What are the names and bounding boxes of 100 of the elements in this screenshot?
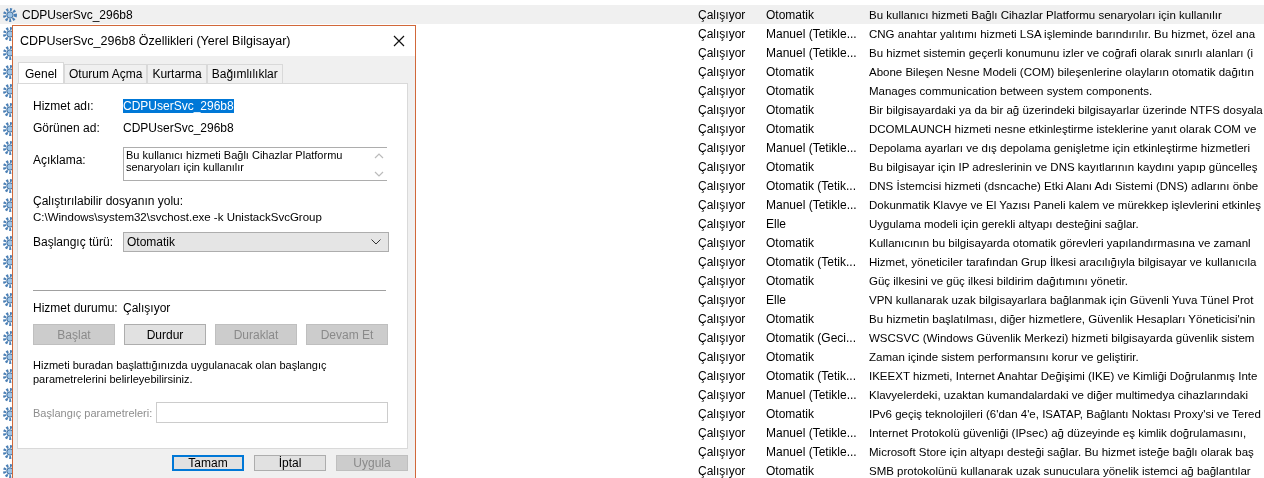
startup-type-cell-text: Otomatik <box>766 349 815 364</box>
status-cell-text: Çalışıyor <box>698 83 747 98</box>
field-label: Hizmet durumu: <box>33 301 119 315</box>
status-cell-text: Çalışıyor <box>698 7 747 22</box>
startup-type-cell-text: Otomatik <box>766 311 815 326</box>
status-cell-text: Çalışıyor <box>698 425 747 440</box>
description-cell-text: Abone Bileşen Nesne Modeli (COM) bileşenlerine olayların otomatik dağıtın <box>869 65 1255 78</box>
description-cell-text: VPN kullanarak uzak bilgisayarlara bağlanmak için Güvenli Yuva Tünel Prot <box>869 293 1255 306</box>
description-cell-text: Internet Protokolü güvenliği (IPsec) ağ düzeyinde eş kimlik doğrulamasını, <box>869 426 1248 439</box>
description-cell-text: WSCSVC (Windows Güvenlik Merkezi) hizmeti bilgisayarda güvenlik sistem <box>869 331 1256 344</box>
description-cell-text: Bu bilgisayar için IP adreslerinin ve DNS kayıtlarının kaydını yapıp güncelleş <box>869 160 1259 173</box>
startup-type-dropdown[interactable]: Otomatik <box>123 232 389 252</box>
display-name-value: CDPUserSvc_296b8 <box>123 121 234 135</box>
hint-text: Hizmeti buradan başlattığınızda uygulanacak olan başlangıç parametrelerini belirleyebilirsiniz. <box>33 358 328 386</box>
description-cell-text: Hizmet, yöneticiler tarafından Grup İlkesi aracılığıyla bilgisayar ve kullanıcıla <box>869 255 1258 268</box>
dialog-button[interactable]: Tamam <box>172 455 244 471</box>
startup-type-cell-text: Manuel (Tetikle... <box>766 45 858 60</box>
description-cell-text: DNS İstemcisi hizmeti (dsncache) Etki Alanı Adı Sistemi (DNS) adlarını önbe <box>869 179 1260 192</box>
status-cell-text: Çalışıyor <box>698 235 747 250</box>
status-cell-text: Çalışıyor <box>698 102 747 117</box>
tab[interactable]: Oturum Açma <box>64 64 148 83</box>
description-cell: Bir bilgisayardaki ya da bir ağ üzerindeki bilgisayarlar üzerinde NTFS dosyala <box>869 103 1264 116</box>
tab[interactable]: Kurtarma <box>147 64 207 83</box>
executable-path-value: C:\Windows\system32\svchost.exe -k UnistackSvcGroup <box>33 211 323 223</box>
startup-type-cell-text: Otomatik <box>766 273 815 288</box>
status-cell-text: Çalışıyor <box>698 121 747 136</box>
start-parameters-field[interactable] <box>156 402 388 423</box>
status-cell-text: Çalışıyor <box>698 159 747 174</box>
field-label: Başlangıç parametreleri: <box>33 406 154 419</box>
service-name: CDPUserSvc_296b8 <box>22 7 133 22</box>
status-cell-text: Çalışıyor <box>698 26 747 41</box>
window-title: CDPUserSvc_296b8 Özellikleri (Yerel Bilgisayar) <box>20 34 291 48</box>
description-cell-text: Bu kullanıcı hizmeti Bağlı Cihazlar Platformu senaryoları için kullanılır <box>869 8 1223 21</box>
startup-type-cell-text: Manuel (Tetikle... <box>766 425 858 440</box>
field-label: Görünen ad: <box>33 121 101 135</box>
description-cell-text: SMB protokolünü kullanarak uzak sunuculara yönelik istemci ağ bağlantılar <box>869 464 1252 477</box>
startup-type-cell-text: Otomatik <box>766 235 815 250</box>
description-cell-text: Manages communication between system components. <box>869 84 1154 97</box>
status-cell-text: Çalışıyor <box>698 406 747 421</box>
startup-type-cell-text: Manuel (Tetikle... <box>766 140 858 155</box>
status-cell-text: Çalışıyor <box>698 368 747 383</box>
tab[interactable]: Bağımlılıklar <box>206 64 283 83</box>
description-cell-text: Depolama ayarları ve dış depolama genişletme için etkinleştirme hizmetleri <box>869 141 1251 154</box>
startup-type-cell-text: Otomatik (Tetik... <box>766 178 858 193</box>
status-cell-text: Çalışıyor <box>698 330 747 345</box>
description-cell-text: IKEEXT hizmeti, Internet Anahtar Değişimi (IKE) ve Kimliği Doğrulanmış Inte <box>869 369 1259 382</box>
status-cell-text: Çalışıyor <box>698 64 747 79</box>
field-label: Başlangıç türü: <box>33 235 115 249</box>
service-status-value: Çalışıyor <box>123 301 171 315</box>
chevron-down-icon <box>371 239 381 245</box>
dialog-button[interactable]: İptal <box>254 455 326 471</box>
description-cell-text: Bu hizmet sistemin geçerli konumunu izler ve coğrafi olarak sınırlı alanları (i <box>869 46 1255 59</box>
status-cell-text: Çalışıyor <box>698 254 747 269</box>
description-cell-text: CNG anahtar yalıtımı hizmeti LSA işleminde barındırılır. Bu hizmet, özel ana <box>869 27 1257 40</box>
description-cell-text: DCOMLAUNCH hizmeti nesne etkinleştirme isteklerine yanıt olarak COM ve <box>869 122 1258 135</box>
field-label: Açıklama: <box>33 153 87 167</box>
description-field[interactable]: Bu kullanıcı hizmeti Bağlı Cihazlar Platformu senaryoları için kullanılır <box>123 147 387 181</box>
startup-type-cell-text: Manuel (Tetikle... <box>766 444 858 459</box>
description-cell-text: Kullanıcının bu bilgisayarda otomatik görevleri yapılandırmasına ve zamanl <box>869 236 1252 249</box>
tab[interactable]: Genel <box>18 62 65 84</box>
description-cell-text: IPv6 geçiş teknolojileri (6'dan 4'e, ISATAP, Bağlantı Noktası Proxy'si ve Tered <box>869 407 1262 420</box>
status-cell-text: Çalışıyor <box>698 292 747 307</box>
description-cell-text: Uygulama modeli için gerekli altyapı desteğini sağlar. <box>869 217 1140 230</box>
startup-type-cell-text: Manuel (Tetikle... <box>766 26 858 41</box>
gear-icon <box>2 6 18 23</box>
field-label: Çalıştırılabilir dosyanın yolu: <box>33 194 185 208</box>
status-cell-text: Çalışıyor <box>698 197 747 212</box>
startup-type-cell-text: Manuel (Tetikle... <box>766 197 858 212</box>
startup-type-cell-text: Otomatik <box>766 102 815 117</box>
startup-type-cell-text: Otomatik (Tetik... <box>766 368 858 383</box>
startup-type-cell-text: Otomatik <box>766 64 815 79</box>
startup-type-cell-text: Otomatik <box>766 121 815 136</box>
status-cell-text: Çalışıyor <box>698 311 747 326</box>
status-cell-text: Çalışıyor <box>698 178 747 193</box>
field-label: Hizmet adı: <box>33 99 95 113</box>
status-cell-text: Çalışıyor <box>698 444 747 459</box>
service-name-value[interactable]: CDPUserSvc_296b8 <box>123 99 234 113</box>
startup-type-cell-text: Otomatik (Geci... <box>766 330 858 345</box>
startup-type-cell-text: Manuel (Tetikle... <box>766 387 858 402</box>
description-cell-text: Güç ilkesini ve güç ilkesi bildirim dağıtımını yönetir. <box>869 274 1129 287</box>
service-control-button[interactable]: Durdur <box>124 324 206 345</box>
close-icon[interactable] <box>393 35 405 47</box>
startup-type-cell-text: Otomatik <box>766 159 815 174</box>
status-cell-text: Çalışıyor <box>698 387 747 402</box>
startup-type-cell-text: Otomatik <box>766 463 815 478</box>
startup-type-cell-text: Elle <box>766 216 787 231</box>
status-cell-text: Çalışıyor <box>698 463 747 478</box>
description-cell-text: Dokunmatik Klavye ve El Yazısı Paneli kalem ve mürekkep işlevlerini etkinleş <box>869 198 1263 211</box>
status-cell-text: Çalışıyor <box>698 349 747 364</box>
status-cell-text: Çalışıyor <box>698 140 747 155</box>
status-cell-text: Çalışıyor <box>698 273 747 288</box>
description-cell-text: Klavyelerdeki, uzaktan kumandalardaki ve diğer multimedya cihazlarındaki <box>869 388 1250 401</box>
startup-type-cell-text: Otomatik <box>766 7 815 22</box>
description-cell-text: Bu hizmetin başlatılması, diğer hizmetlere, Güvenlik Hesapları Yöneticisi'nin <box>869 312 1257 325</box>
description-cell-text: Microsoft Store için altyapı desteği sağlar. Bu hizmet isteğe bağlı olarak baş <box>869 445 1255 458</box>
description-cell-text: Zaman içinde sistem performansını korur ve geliştirir. <box>869 350 1140 363</box>
startup-type-cell-text: Otomatik (Tetik... <box>766 254 858 269</box>
status-cell-text: Çalışıyor <box>698 45 747 60</box>
startup-type-cell-text: Otomatik <box>766 83 815 98</box>
startup-type-cell-text: Elle <box>766 292 787 307</box>
